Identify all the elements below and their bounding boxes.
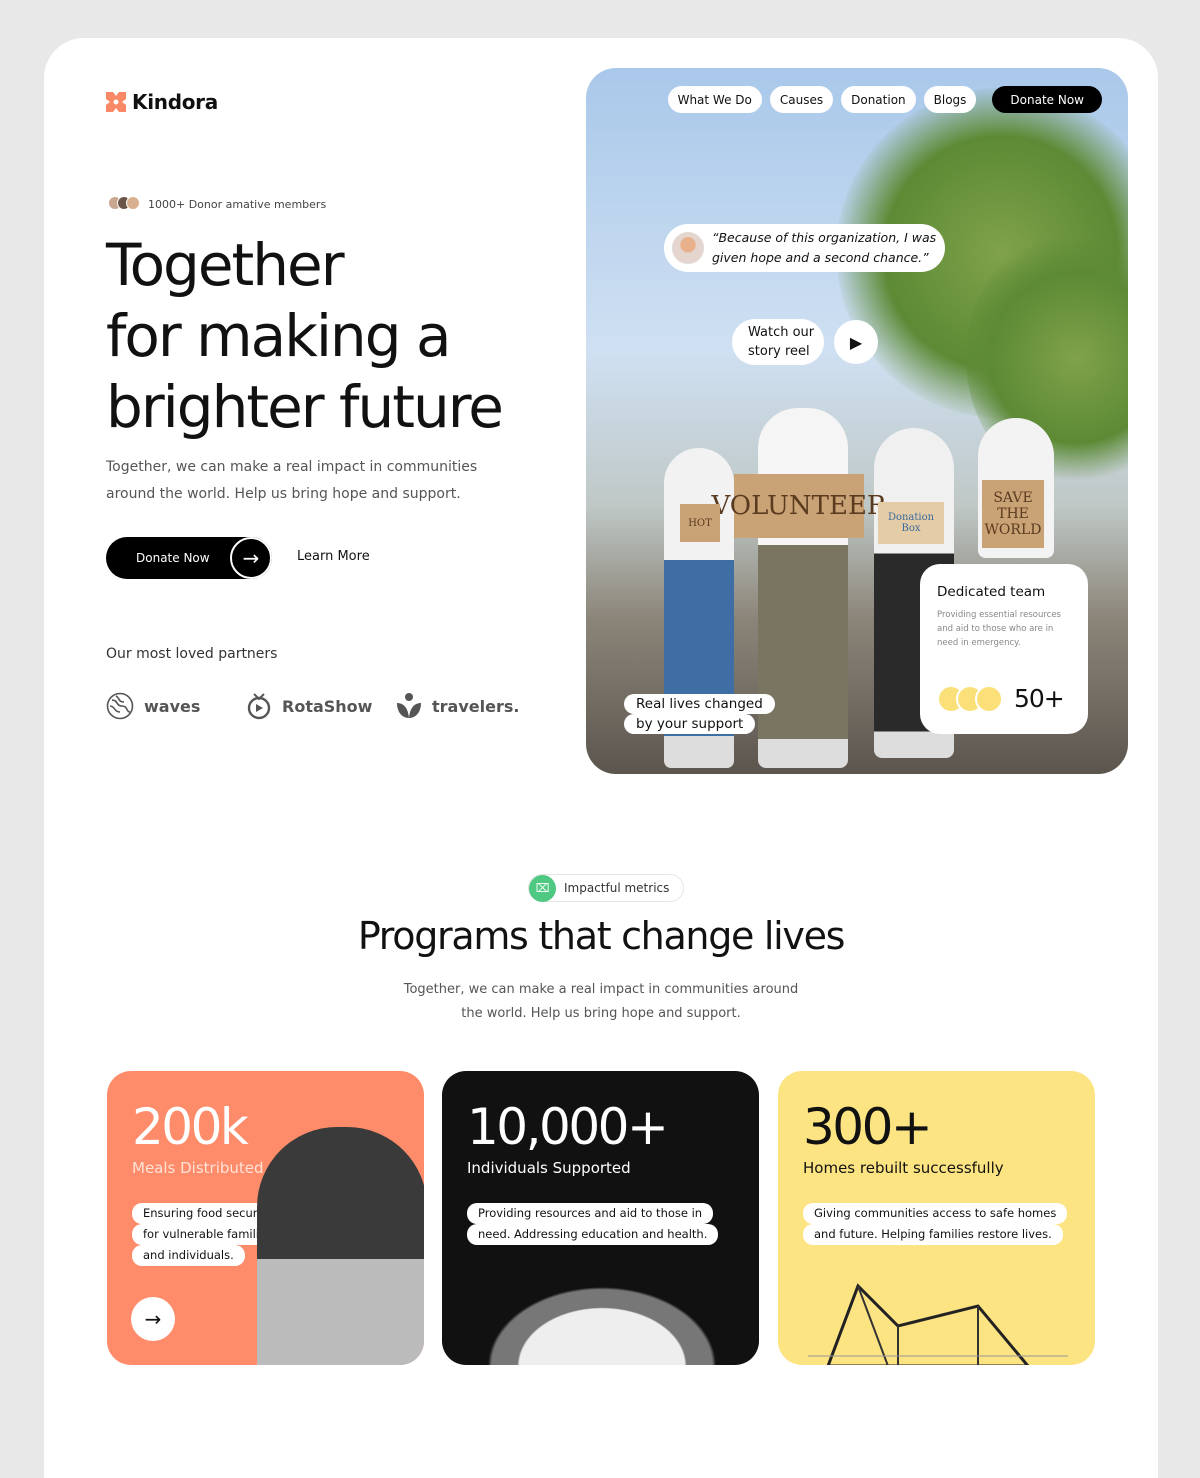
- dedicated-team-card: Dedicated team Providing essential resou…: [920, 564, 1088, 734]
- team-text: Providing essential resources and aid to…: [937, 610, 1061, 648]
- nav-what-we-do[interactable]: What We Do: [667, 86, 762, 113]
- members-badge: 1000+ Donor amative members: [108, 196, 326, 213]
- volunteer-sign: VOLUNTEER: [711, 474, 887, 538]
- arrow-right-icon[interactable]: →: [230, 537, 272, 579]
- hero-subtitle: Together, we can make a real impact in c…: [106, 459, 478, 502]
- house-illustration: [808, 1283, 1068, 1365]
- hero-image: VOLUNTEER SAVE THE WORLD Donation Box HO…: [586, 68, 1128, 774]
- metric-card-meals: 200k Meals Distributed Ensuring food sec…: [107, 1071, 424, 1365]
- impactful-metrics-badge: ⌧ Impactful metrics: [528, 874, 685, 902]
- story-reel-label: Watch our story reel: [732, 319, 824, 365]
- save-world-sign: SAVE THE WORLD: [982, 480, 1044, 548]
- metric-card-homes: 300+ Homes rebuilt successfully Giving c…: [778, 1071, 1095, 1365]
- team-count: 50+: [1014, 684, 1065, 713]
- testimonial-text: “Because of this organization, I was giv…: [712, 230, 937, 265]
- donation-box-sign: Donation Box: [878, 502, 944, 544]
- learn-more-link[interactable]: Learn More: [297, 549, 370, 564]
- partners-heading: Our most loved partners: [106, 646, 278, 662]
- child-photo: [257, 1127, 424, 1365]
- hero-title: Together for making a brighter future: [106, 231, 504, 441]
- rotashow-logo-icon: [247, 693, 271, 720]
- partner-travelers: travelers.: [396, 692, 519, 720]
- waves-logo-icon: [106, 692, 134, 720]
- testimonial-bubble: “Because of this organization, I was giv…: [664, 224, 945, 272]
- nav-blogs[interactable]: Blogs: [923, 86, 977, 113]
- metric-card-individuals: 10,000+ Individuals Supported Providing …: [442, 1071, 759, 1365]
- members-text: 1000+ Donor amative members: [148, 198, 327, 211]
- avatar: [975, 684, 1003, 713]
- nav-donation[interactable]: Donation: [841, 86, 916, 113]
- nav-donate-now-button[interactable]: Donate Now: [992, 86, 1102, 113]
- section-subtitle: Together, we can make a real impact in c…: [403, 982, 799, 1021]
- hot-sign: HOT: [680, 504, 720, 542]
- page-card: Kindora 1000+ Donor amative members Toge…: [44, 38, 1158, 1478]
- logo[interactable]: Kindora: [106, 90, 218, 114]
- travelers-logo-icon: [397, 693, 421, 718]
- lives-changed-label: Real lives changed by your support: [624, 694, 775, 734]
- section-title: Programs that change lives: [357, 914, 846, 958]
- avatar: [672, 232, 704, 264]
- partner-waves: waves: [106, 692, 200, 720]
- top-nav: What We Do Causes Donation Blogs Donate …: [667, 86, 1102, 113]
- play-icon[interactable]: ▶: [834, 320, 878, 364]
- brand-name: Kindora: [132, 90, 218, 114]
- logo-icon: [106, 92, 126, 112]
- group-photo: [472, 1276, 732, 1365]
- arrow-right-icon[interactable]: →: [131, 1297, 175, 1341]
- partner-rotashow: RotaShow: [246, 692, 372, 720]
- chart-icon: ⌧: [529, 874, 556, 902]
- nav-causes[interactable]: Causes: [769, 86, 834, 113]
- team-title: Dedicated team: [937, 584, 1046, 600]
